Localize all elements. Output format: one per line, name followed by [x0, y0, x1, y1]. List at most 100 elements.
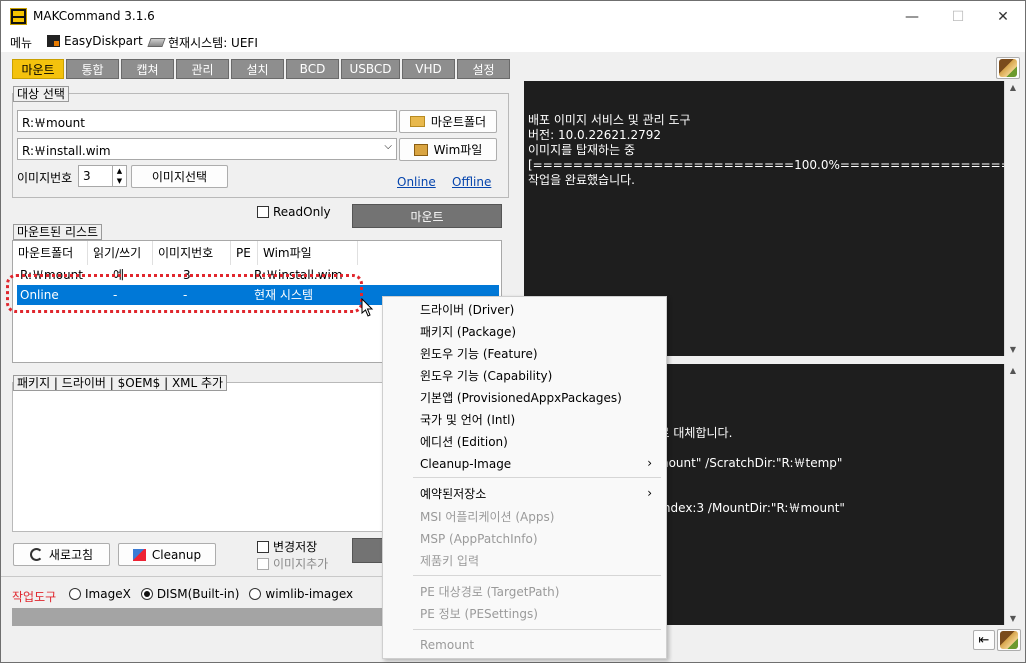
- refresh-button[interactable]: 새로고침: [13, 543, 110, 566]
- offline-link[interactable]: Offline: [452, 175, 491, 189]
- tab-9[interactable]: 설정: [457, 59, 510, 79]
- column-header[interactable]: 읽기/쓰기: [88, 241, 153, 265]
- wim-path-value: R:￦install.wim: [22, 144, 111, 158]
- context-menu-item: PE 정보 (PESettings): [420, 607, 538, 621]
- tab-2[interactable]: 통합: [66, 59, 119, 79]
- stepper-down-icon[interactable]: ▼: [112, 176, 126, 186]
- save-changes-box[interactable]: [257, 540, 269, 553]
- online-link[interactable]: Online: [397, 175, 436, 189]
- image-number-stepper[interactable]: 3 ▲ ▼: [78, 165, 127, 187]
- save-changes-label: 변경저장: [273, 540, 318, 554]
- save-changes-checkbox[interactable]: 변경저장: [257, 538, 317, 555]
- wim-file-button-label: Wim파일: [433, 143, 483, 157]
- tool-radio[interactable]: DISM(Built-in): [140, 587, 240, 601]
- close-button[interactable]: ✕: [980, 1, 1026, 32]
- scroll-down-icon[interactable]: ▼: [1005, 345, 1021, 354]
- context-menu-item[interactable]: 윈도우 기능 (Capability): [420, 366, 552, 386]
- stepper-up-icon[interactable]: ▲: [112, 166, 126, 176]
- tab-5[interactable]: 설치: [231, 59, 284, 79]
- cleanup-icon: [132, 548, 146, 561]
- add-image-box: [257, 557, 269, 570]
- refresh-button-label: 새로고침: [48, 548, 94, 562]
- scroll-up-icon[interactable]: ▲: [1005, 366, 1021, 375]
- context-menu-item[interactable]: 예약된저장소: [420, 484, 486, 504]
- wim-file-button[interactable]: Wim파일: [399, 138, 497, 161]
- menu-item-system[interactable]: 현재시스템: UEFI: [147, 34, 258, 51]
- system-mode-label: 현재시스템: UEFI: [168, 36, 258, 50]
- cleanup-button-label: Cleanup: [151, 547, 202, 562]
- context-menu-item[interactable]: 패키지 (Package): [420, 322, 516, 342]
- tab-3[interactable]: 캡쳐: [121, 59, 174, 79]
- readonly-checkbox-box[interactable]: [257, 206, 269, 218]
- console-line: [==========================100.0%=======…: [528, 158, 1004, 172]
- menu-item-easydiskpart[interactable]: EasyDiskpart: [47, 34, 143, 48]
- console-top-scrollbar[interactable]: ▲ ▼: [1004, 81, 1020, 356]
- tool-radio[interactable]: ImageX: [69, 587, 131, 601]
- readonly-label: ReadOnly: [273, 205, 331, 219]
- mouse-cursor-icon: [361, 298, 374, 317]
- context-menu-item[interactable]: 드라이버 (Driver): [420, 300, 514, 320]
- mount-button[interactable]: 마운트: [352, 204, 502, 228]
- mount-folder-button-label: 마운트폴더: [430, 115, 487, 129]
- clear-bottom-log-button[interactable]: [997, 629, 1021, 651]
- tab-6[interactable]: BCD: [286, 59, 339, 79]
- menu-separator: [413, 477, 661, 478]
- mounted-group-label: 마운트된 리스트: [13, 224, 103, 240]
- menu-separator: [413, 629, 661, 630]
- tool-radio-label: DISM(Built-in): [156, 587, 240, 601]
- console-line: 작업을 완료했습니다.: [528, 173, 635, 187]
- tab-7[interactable]: USBCD: [341, 59, 400, 79]
- maximize-button[interactable]: ☐: [935, 1, 981, 32]
- context-menu-item: 제품키 입력: [420, 554, 480, 568]
- target-group-label: 대상 선택: [13, 86, 69, 102]
- context-menu-item[interactable]: 기본앱 (ProvisionedAppxPackages): [420, 388, 622, 408]
- submenu-arrow-icon: ›: [647, 486, 652, 500]
- cleanup-button[interactable]: Cleanup: [118, 543, 216, 566]
- column-header[interactable]: PE: [231, 241, 258, 265]
- context-menu-item[interactable]: 윈도우 기능 (Feature): [420, 344, 538, 364]
- wim-path-select[interactable]: R:￦install.wim ⌵: [17, 138, 397, 160]
- clear-log-button[interactable]: [996, 57, 1020, 79]
- image-number-value: 3: [83, 169, 91, 183]
- broom-icon: [999, 59, 1017, 77]
- menu-separator: [413, 575, 661, 576]
- context-menu-item[interactable]: Cleanup-Image: [420, 454, 511, 474]
- mount-folder-button[interactable]: 마운트폴더: [399, 110, 497, 133]
- chevron-down-icon: ⌵: [384, 141, 392, 152]
- context-menu-item: MSI 어플리케이션 (Apps): [420, 510, 555, 524]
- console-top-lines: 배포 이미지 서비스 및 관리 도구 버전: 10.0.22621.2792 이미지…: [528, 113, 1004, 188]
- mount-path-input[interactable]: R:￦mount: [17, 110, 397, 132]
- context-menu-item[interactable]: 국가 및 언어 (Intl): [420, 410, 515, 430]
- tab-1[interactable]: 마운트: [12, 59, 64, 79]
- tool-radio-label: wimlib-imagex: [265, 587, 354, 601]
- broom-icon: [1000, 631, 1018, 649]
- image-number-label: 이미지번호: [17, 171, 73, 185]
- column-header[interactable]: 마운트폴더: [13, 241, 88, 265]
- submenu-arrow-icon: ›: [647, 456, 652, 470]
- console-bottom-scrollbar[interactable]: ▲ ▼: [1004, 364, 1020, 625]
- radio-button[interactable]: [69, 588, 81, 600]
- title-bar[interactable]: MAKCommand 3.1.6 — ☐ ✕: [1, 1, 1025, 32]
- scroll-down-icon[interactable]: ▼: [1005, 614, 1021, 623]
- readonly-checkbox[interactable]: ReadOnly: [257, 205, 331, 219]
- context-menu-item[interactable]: 에디션 (Edition): [420, 432, 508, 452]
- tool-radio[interactable]: wimlib-imagex: [249, 587, 353, 601]
- add-image-label: 이미지추가: [273, 557, 329, 571]
- radio-button[interactable]: [249, 588, 262, 600]
- scroll-up-icon[interactable]: ▲: [1005, 83, 1021, 92]
- column-header[interactable]: 이미지번호: [153, 241, 231, 265]
- column-header[interactable]: Wim파일: [258, 241, 358, 265]
- menu-item-menu[interactable]: 메뉴: [10, 34, 32, 51]
- context-menu-item: Remount: [420, 638, 475, 652]
- hard-disk-icon: [147, 38, 166, 47]
- minimize-button[interactable]: —: [889, 1, 935, 32]
- console-line: 버전: 10.0.22621.2792: [528, 128, 661, 142]
- image-select-button[interactable]: 이미지선택: [131, 165, 228, 188]
- back-arrow-button[interactable]: ⇤: [973, 630, 995, 650]
- radio-button[interactable]: [140, 588, 153, 600]
- tab-8[interactable]: VHD: [402, 59, 455, 79]
- tool-radio-group: ImageX DISM(Built-in) wimlib-imagex: [69, 587, 353, 601]
- tool-label: 작업도구: [12, 590, 57, 604]
- add-image-checkbox: 이미지추가: [257, 555, 328, 572]
- tab-4[interactable]: 관리: [176, 59, 229, 79]
